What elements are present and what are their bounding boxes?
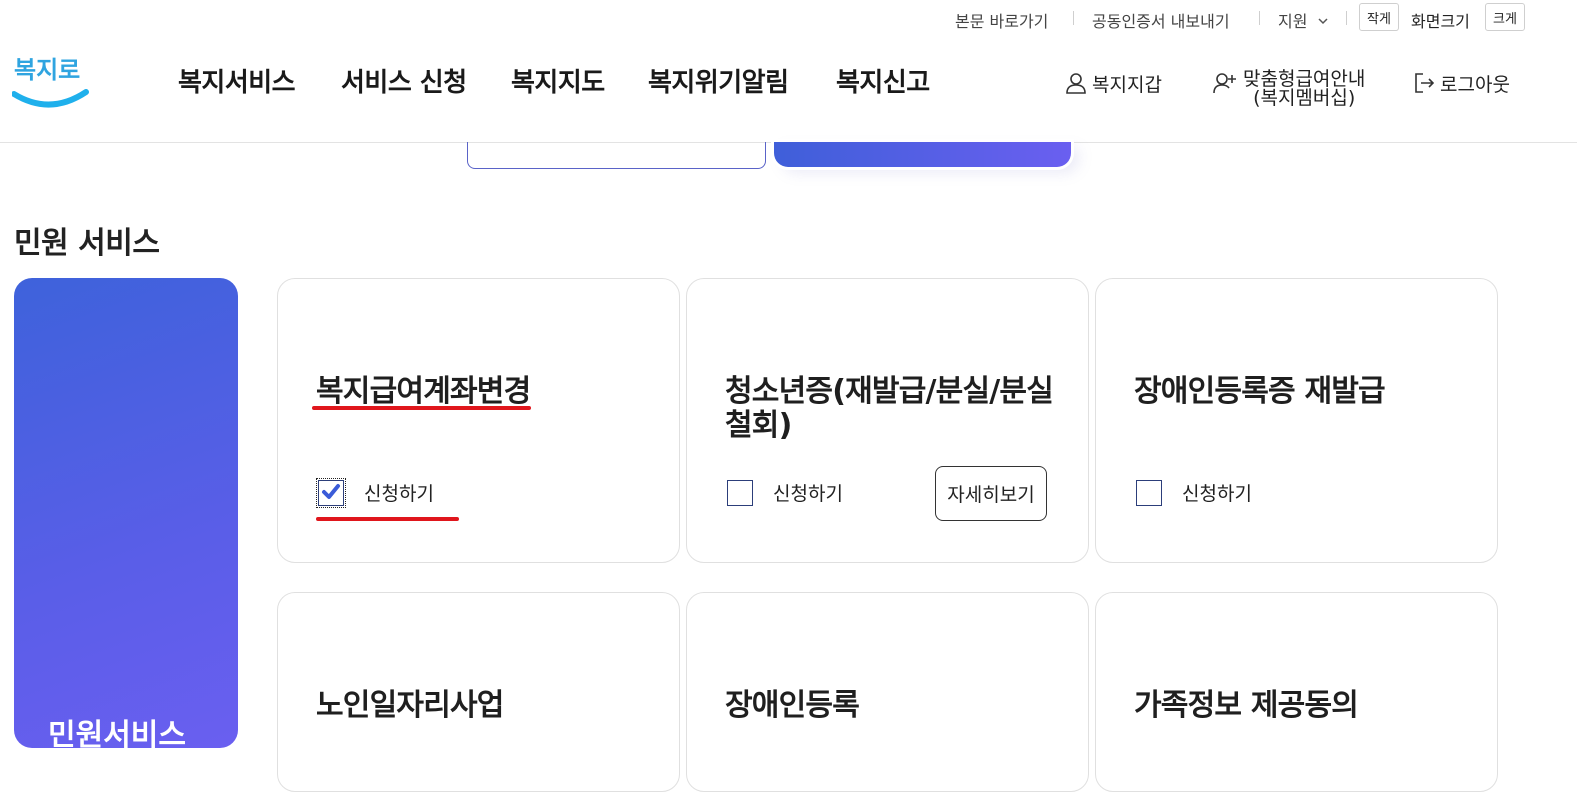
search-input-remnant[interactable] <box>467 142 766 169</box>
gnb-service-apply[interactable]: 서비스 신청 <box>341 62 467 99</box>
membership-label: 맞춤형급여안내 (복지멤버십) <box>1243 68 1366 109</box>
gnb-welfare-service[interactable]: 복지서비스 <box>178 62 296 99</box>
support-dropdown[interactable]: 지원 <box>1278 8 1329 32</box>
side-banner-label: 민원서비스 <box>48 718 186 748</box>
checkmark-icon <box>322 483 340 499</box>
logout-link[interactable]: 로그아웃 <box>1414 70 1510 97</box>
service-card[interactable]: 가족정보 제공동의 <box>1095 592 1498 792</box>
apply-label: 신청하기 <box>1182 483 1252 505</box>
user-icon <box>1066 73 1086 94</box>
screen-size-label: 화면크기 <box>1411 12 1470 31</box>
side-banner-card[interactable]: 민원서비스 <box>14 278 238 748</box>
apply-label: 신청하기 <box>773 483 843 505</box>
divider <box>1346 11 1347 25</box>
svg-text:복지로: 복지로 <box>14 56 80 84</box>
service-card[interactable]: 복지급여계좌변경 신청하기 <box>277 278 680 563</box>
divider <box>1259 11 1260 25</box>
search-button-remnant[interactable] <box>774 142 1071 167</box>
header: 복지로 복지서비스 서비스 신청 복지지도 복지위기알림 복지신고 복지지갑 맞… <box>0 36 1577 143</box>
apply-checkbox[interactable] <box>1136 479 1162 506</box>
apply-checkbox-row[interactable]: 신청하기 <box>316 477 434 508</box>
card-title: 장애인등록증 재발급 <box>1134 374 1386 409</box>
detail-button[interactable]: 자세히보기 <box>935 466 1047 521</box>
wallet-link[interactable]: 복지지갑 <box>1066 70 1162 97</box>
skip-to-content-link[interactable]: 본문 바로가기 <box>955 8 1048 32</box>
card-title: 노인일자리사업 <box>316 688 504 723</box>
site-logo[interactable]: 복지로 <box>11 44 92 114</box>
font-size-large-button[interactable]: 크게 <box>1485 3 1525 31</box>
card-title: 청소년증(재발급/분실/분실 철회) <box>725 374 1054 443</box>
service-card[interactable]: 장애인등록 <box>686 592 1089 792</box>
divider <box>1073 11 1074 25</box>
card-title: 복지급여계좌변경 <box>316 374 531 409</box>
logo-icon: 복지로 <box>11 56 89 108</box>
chevron-down-icon <box>1318 18 1328 25</box>
annotation-underline <box>312 406 531 410</box>
logout-label: 로그아웃 <box>1440 74 1510 96</box>
section-title: 민원 서비스 <box>14 226 160 261</box>
annotation-underline <box>316 517 459 521</box>
apply-checkbox[interactable] <box>727 479 753 506</box>
apply-checkbox[interactable] <box>316 477 346 508</box>
apply-checkbox-row[interactable]: 신청하기 <box>727 479 843 506</box>
user-plus-icon <box>1213 73 1236 94</box>
apply-checkbox-row[interactable]: 신청하기 <box>1136 479 1252 506</box>
gnb-welfare-map[interactable]: 복지지도 <box>511 62 605 99</box>
apply-label: 신청하기 <box>364 483 434 505</box>
card-title: 가족정보 제공동의 <box>1134 688 1359 723</box>
utility-bar: 본문 바로가기 공동인증서 내보내기 지원 작게 화면크기 크게 <box>0 0 1577 36</box>
service-card[interactable]: 청소년증(재발급/분실/분실 철회) 신청하기 자세히보기 <box>686 278 1089 563</box>
support-label: 지원 <box>1278 12 1308 31</box>
gnb-crisis-alert[interactable]: 복지위기알림 <box>648 62 789 99</box>
gnb-welfare-report[interactable]: 복지신고 <box>836 62 930 99</box>
card-title: 장애인등록 <box>725 688 860 723</box>
service-card[interactable]: 장애인등록증 재발급 신청하기 <box>1095 278 1498 563</box>
service-card[interactable]: 노인일자리사업 <box>277 592 680 792</box>
logout-icon <box>1415 73 1434 93</box>
membership-link[interactable]: 맞춤형급여안내 (복지멤버십) <box>1213 70 1365 108</box>
font-size-small-button[interactable]: 작게 <box>1359 3 1399 31</box>
wallet-label: 복지지갑 <box>1092 74 1162 96</box>
export-certificate-link[interactable]: 공동인증서 내보내기 <box>1092 8 1230 32</box>
